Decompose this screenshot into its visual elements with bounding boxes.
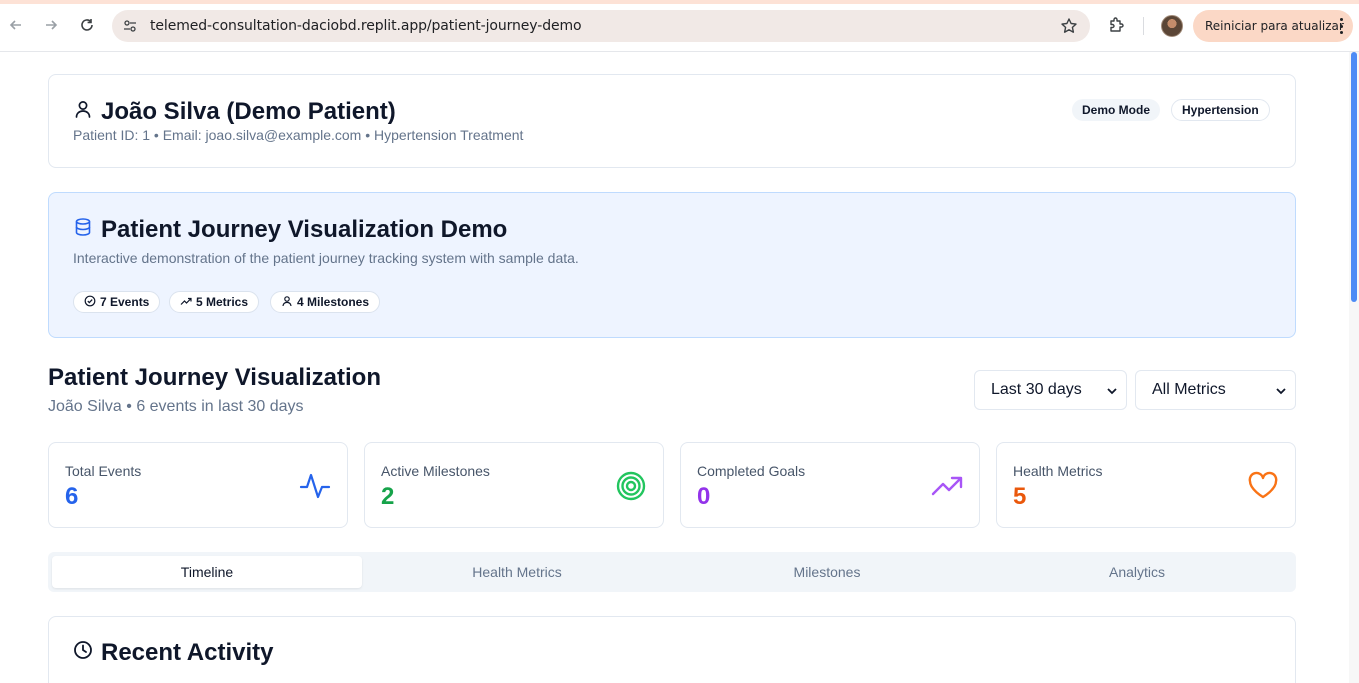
- activity-icon: [299, 473, 331, 499]
- stat-label: Active Milestones: [381, 463, 490, 479]
- patient-name-heading: João Silva (Demo Patient): [73, 98, 396, 126]
- kebab-menu-icon[interactable]: [1339, 18, 1343, 34]
- heart-icon: [1248, 471, 1278, 499]
- clock-icon: [73, 639, 93, 667]
- target-icon: [616, 471, 646, 501]
- stat-label: Total Events: [65, 463, 142, 479]
- patient-subtitle: Patient ID: 1 • Email: joao.silva@exampl…: [73, 127, 524, 143]
- events-pill-label: 7 Events: [100, 295, 150, 309]
- metrics-pill: 5 Metrics: [169, 291, 260, 313]
- user-icon: [281, 295, 293, 310]
- stat-card-total-events: Total Events 6: [48, 442, 348, 528]
- trending-up-icon: [931, 476, 963, 496]
- url-text[interactable]: telemed-consultation-daciobd.replit.app/…: [150, 18, 582, 34]
- tab-health-metrics[interactable]: Health Metrics: [362, 556, 672, 588]
- user-icon: [73, 98, 93, 126]
- database-icon: [73, 216, 93, 244]
- stat-value: 6: [65, 483, 79, 510]
- stat-label: Completed Goals: [697, 463, 806, 479]
- browser-toolbar: telemed-consultation-daciobd.replit.app/…: [0, 0, 1359, 52]
- tab-timeline[interactable]: Timeline: [52, 556, 362, 588]
- stat-label: Health Metrics: [1013, 463, 1103, 479]
- events-pill: 7 Events: [73, 291, 161, 313]
- forward-icon[interactable]: [40, 14, 62, 36]
- back-icon[interactable]: [5, 14, 27, 36]
- period-select[interactable]: Last 30 days: [974, 370, 1127, 410]
- stat-value: 0: [697, 483, 711, 510]
- demo-info-card: Patient Journey Visualization Demo Inter…: [48, 192, 1296, 338]
- toolbar-divider: [1143, 17, 1144, 35]
- patient-card: João Silva (Demo Patient) Patient ID: 1 …: [48, 74, 1296, 168]
- milestones-pill-label: 4 Milestones: [297, 295, 370, 309]
- stat-card-active-milestones: Active Milestones 2: [364, 442, 664, 528]
- journey-title: Patient Journey Visualization: [48, 364, 381, 391]
- stat-value: 5: [1013, 483, 1027, 510]
- milestones-pill: 4 Milestones: [270, 291, 381, 313]
- tab-analytics[interactable]: Analytics: [982, 556, 1292, 588]
- tab-milestones[interactable]: Milestones: [672, 556, 982, 588]
- chevron-down-icon: [1107, 388, 1117, 395]
- update-button-label: Reiniciar para atualizar: [1205, 19, 1344, 33]
- profile-avatar[interactable]: [1161, 15, 1183, 37]
- metric-select[interactable]: All Metrics: [1135, 370, 1296, 410]
- stat-card-health-metrics: Health Metrics 5: [996, 442, 1296, 528]
- demo-title: Patient Journey Visualization Demo: [73, 216, 507, 244]
- stat-value: 2: [381, 483, 395, 510]
- star-icon[interactable]: [1060, 17, 1078, 35]
- recent-activity-title: Recent Activity: [101, 639, 274, 666]
- page-scrollbar[interactable]: [1349, 52, 1359, 683]
- recent-activity-heading: Recent Activity: [73, 639, 274, 667]
- journey-subtitle: João Silva • 6 events in last 30 days: [48, 398, 304, 415]
- journey-tabs: Timeline Health Metrics Milestones Analy…: [48, 552, 1296, 592]
- period-select-value: Last 30 days: [991, 381, 1082, 398]
- address-bar[interactable]: telemed-consultation-daciobd.replit.app/…: [112, 10, 1090, 42]
- demo-mode-badge: Demo Mode: [1072, 99, 1161, 121]
- extensions-icon[interactable]: [1107, 15, 1127, 35]
- demo-title-text: Patient Journey Visualization Demo: [101, 216, 508, 243]
- scrollbar-thumb[interactable]: [1351, 52, 1357, 302]
- patient-name: João Silva (Demo Patient): [101, 98, 396, 125]
- update-button[interactable]: Reiniciar para atualizar: [1193, 10, 1353, 42]
- trending-up-icon: [180, 295, 192, 310]
- tab-strip: [0, 0, 1359, 4]
- site-settings-icon[interactable]: [122, 18, 138, 34]
- hypertension-badge: Hypertension: [1171, 99, 1270, 121]
- metric-select-value: All Metrics: [1152, 381, 1226, 398]
- metrics-pill-label: 5 Metrics: [196, 295, 249, 309]
- demo-description: Interactive demonstration of the patient…: [73, 250, 579, 266]
- stat-card-completed-goals: Completed Goals 0: [680, 442, 980, 528]
- check-circle-icon: [84, 295, 96, 310]
- reload-icon[interactable]: [76, 14, 98, 36]
- recent-activity-card: Recent Activity: [48, 616, 1296, 683]
- chevron-down-icon: [1276, 388, 1286, 395]
